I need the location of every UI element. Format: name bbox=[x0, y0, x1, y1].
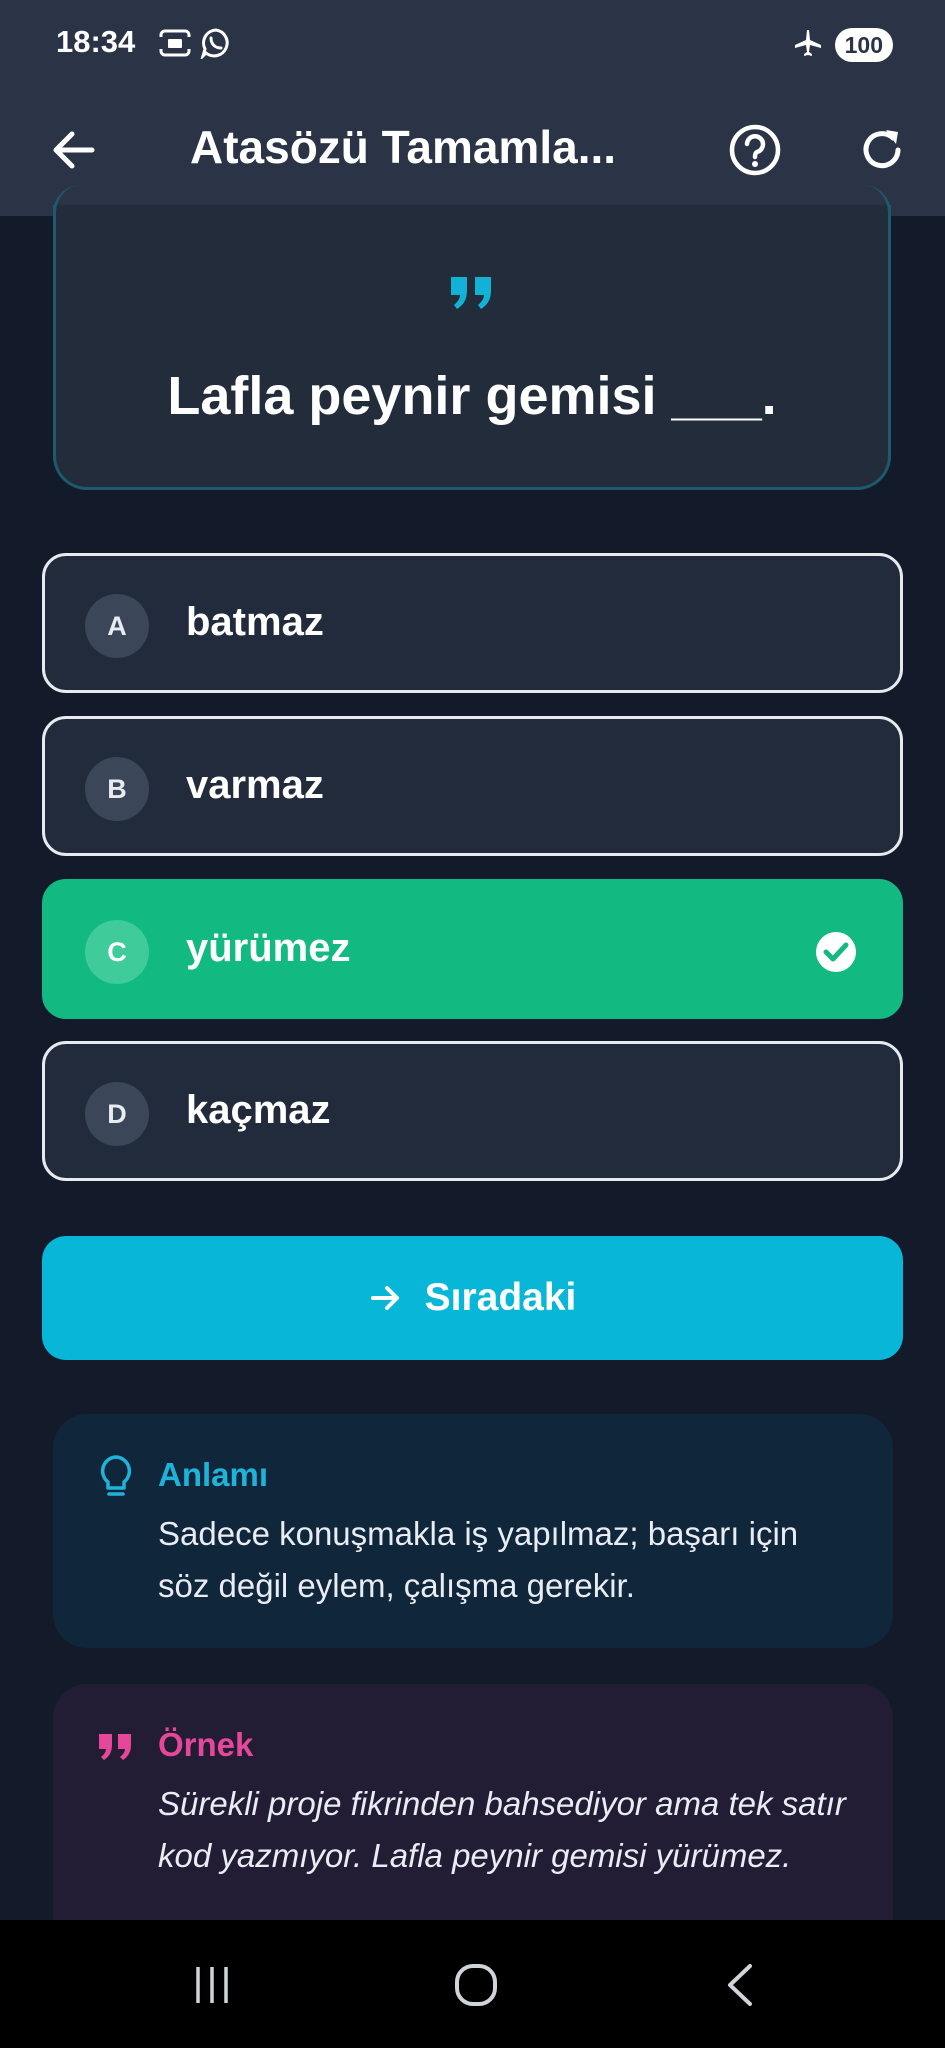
status-time: 18:34 bbox=[56, 24, 136, 59]
arrow-right-icon bbox=[370, 1286, 399, 1310]
option-label: kaçmaz bbox=[186, 1088, 331, 1132]
option-b[interactable]: B varmaz bbox=[42, 716, 903, 856]
whatsapp-icon bbox=[199, 27, 232, 64]
status-system-icons: 100 bbox=[793, 26, 893, 64]
home-icon bbox=[455, 1964, 497, 2006]
next-button-label: Sıradaki bbox=[424, 1276, 577, 1319]
back-icon bbox=[728, 1964, 752, 2006]
arrow-left-icon bbox=[53, 131, 95, 169]
option-letter: C bbox=[85, 920, 149, 984]
quote-icon bbox=[99, 1734, 131, 1760]
home-button[interactable] bbox=[436, 1950, 516, 2020]
refresh-icon bbox=[863, 130, 901, 169]
status-bar: 18:34 100 bbox=[0, 0, 945, 90]
meaning-card: Anlamı Sadece konuşmakla iş yapılmaz; ba… bbox=[53, 1414, 893, 1648]
option-letter: A bbox=[85, 594, 149, 658]
option-letter: B bbox=[85, 757, 149, 821]
back-button[interactable] bbox=[34, 110, 114, 190]
help-circle-icon bbox=[729, 124, 781, 176]
question-text: Lafla peynir gemisi ___. bbox=[167, 366, 777, 426]
meaning-title: Anlamı bbox=[158, 1456, 269, 1493]
option-letter: D bbox=[85, 1082, 149, 1146]
top-area: 18:34 100 Atasözü Tamamla... bbox=[0, 0, 945, 216]
help-button[interactable] bbox=[715, 110, 795, 190]
gallery-icon bbox=[158, 27, 192, 64]
status-notification-icons bbox=[158, 27, 232, 64]
option-c[interactable]: C yürümez bbox=[42, 879, 903, 1019]
option-label: batmaz bbox=[186, 600, 324, 644]
option-label: yürümez bbox=[186, 926, 351, 970]
refresh-button[interactable] bbox=[842, 110, 922, 190]
option-label: varmaz bbox=[186, 763, 324, 807]
meaning-body: Sadece konuşmakla iş yapılmaz; başarı iç… bbox=[158, 1515, 799, 1604]
lightbulb-icon bbox=[100, 1455, 132, 1496]
option-a[interactable]: A batmaz bbox=[42, 553, 903, 693]
system-nav-bar bbox=[0, 1920, 945, 2048]
example-body: Sürekli proje fikrinden bahsediyor ama t… bbox=[158, 1785, 846, 1874]
airplane-icon bbox=[793, 28, 823, 63]
question-card: Lafla peynir gemisi ___. bbox=[53, 185, 891, 490]
battery-indicator: 100 bbox=[834, 28, 893, 62]
next-button[interactable]: Sıradaki bbox=[42, 1236, 903, 1360]
system-back-button[interactable] bbox=[700, 1950, 780, 2020]
recents-icon bbox=[196, 1967, 228, 2003]
check-circle-icon bbox=[816, 932, 856, 972]
recents-button[interactable] bbox=[172, 1950, 252, 2020]
option-d[interactable]: D kaçmaz bbox=[42, 1041, 903, 1181]
example-title: Örnek bbox=[158, 1726, 254, 1763]
page-title: Atasözü Tamamla... bbox=[190, 121, 617, 173]
quote-icon bbox=[56, 275, 888, 316]
